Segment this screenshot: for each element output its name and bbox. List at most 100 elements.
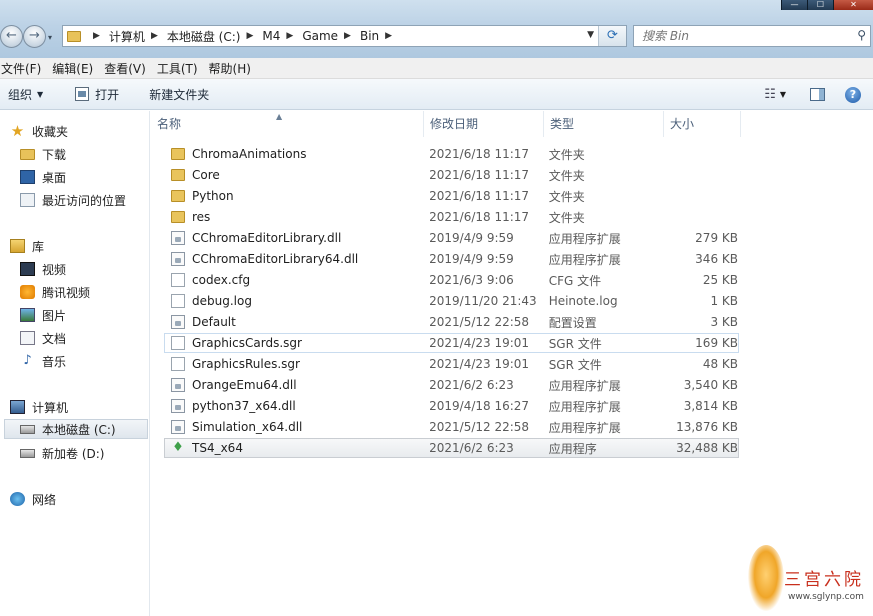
open-button[interactable]: 打开 <box>67 82 127 106</box>
column-headers: 名称 ▲ 修改日期 类型 大小 <box>151 111 741 137</box>
column-header-date[interactable]: 修改日期 <box>424 111 544 137</box>
file-row[interactable]: CChromaEditorLibrary64.dll 2019/4/9 9:59 应… <box>164 249 739 269</box>
sidebar-item-pictures[interactable]: 图片 <box>20 305 66 325</box>
search-icon[interactable]: ⚲ <box>857 28 866 42</box>
file-list: 名称 ▲ 修改日期 类型 大小 ChromaAnimations 2021/6/1… <box>151 111 873 616</box>
close-button[interactable]: ✕ <box>833 0 873 10</box>
menu-file[interactable]: 文件(F) <box>0 60 47 77</box>
file-modified-date: 2021/6/18 11:17 <box>429 210 530 224</box>
sidebar-item-local-disk-c[interactable]: 本地磁盘 (C:) <box>4 419 148 439</box>
column-header-type[interactable]: 类型 <box>544 111 664 137</box>
file-row[interactable]: res 2021/6/18 11:17 文件夹 <box>164 207 739 227</box>
forward-button[interactable]: → <box>23 25 46 48</box>
help-icon[interactable]: ? <box>845 86 861 103</box>
file-name: res <box>192 210 211 224</box>
file-row[interactable]: OrangeEmu64.dll 2021/6/2 6:23 应用程序扩展 3,540 … <box>164 375 739 395</box>
sidebar-item-favorites[interactable]: ★ 收藏夹 <box>10 121 68 141</box>
column-header-name[interactable]: 名称 ▲ <box>151 111 424 137</box>
file-row[interactable]: debug.log 2019/11/20 21:43 Heinote.log 1 KB <box>164 291 739 311</box>
sidebar-item-label: 文档 <box>42 331 67 346</box>
file-size: 3,814 KB <box>683 399 738 413</box>
menu-tools[interactable]: 工具(T) <box>156 60 204 77</box>
sidebar-item-recent[interactable]: 最近访问的位置 <box>20 190 126 210</box>
breadcrumb-item[interactable]: 本地磁盘 (C:) ▶ <box>167 28 263 45</box>
breadcrumb-item[interactable]: M4 ▶ <box>262 29 302 43</box>
sidebar-item-label: 本地磁盘 (C:) <box>42 422 116 437</box>
file-type: 应用程序扩展 <box>548 420 621 435</box>
refresh-button[interactable]: ⟳ <box>598 26 626 46</box>
sidebar-item-network[interactable]: 网络 <box>10 489 56 509</box>
breadcrumb-arrow-icon[interactable]: ▶ <box>246 31 253 41</box>
file-modified-date: 2019/4/9 9:59 <box>429 252 514 266</box>
dll-icon <box>171 420 185 434</box>
breadcrumb-arrow-icon[interactable]: ▶ <box>93 31 100 41</box>
file-row[interactable]: CChromaEditorLibrary.dll 2019/4/9 9:59 应用程… <box>164 228 739 248</box>
sidebar-item-desktop[interactable]: 桌面 <box>20 167 66 187</box>
menu-bar: 文件(F) 编辑(E) 查看(V) 工具(T) 帮助(H) <box>0 58 873 79</box>
file-row[interactable]: python37_x64.dll 2019/4/18 16:27 应用程序扩展 3,8… <box>164 396 739 416</box>
change-view-icon[interactable]: ☷ <box>764 87 776 102</box>
open-label: 打开 <box>95 87 120 102</box>
new-folder-button[interactable]: 新建文件夹 <box>141 82 217 106</box>
view-options-chevron-icon[interactable]: ▼ <box>780 90 786 99</box>
breadcrumb-item[interactable]: Game ▶ <box>302 29 360 43</box>
sidebar-item-volume-d[interactable]: 新加卷 (D:) <box>20 443 104 463</box>
downloads-folder-icon <box>20 148 35 160</box>
file-type: 应用程序扩展 <box>548 231 621 246</box>
file-size: 3,540 KB <box>683 378 738 392</box>
breadcrumb-arrow-icon[interactable]: ▶ <box>286 31 293 41</box>
breadcrumb-item[interactable]: Bin ▶ <box>360 29 401 43</box>
column-label: 类型 <box>550 117 575 131</box>
column-header-size[interactable]: 大小 <box>664 111 741 137</box>
file-row[interactable]: GraphicsRules.sgr 2021/4/23 19:01 SGR 文件 48… <box>164 354 739 374</box>
preview-pane-icon[interactable] <box>810 88 825 101</box>
breadcrumb-arrow-icon[interactable]: ▶ <box>344 31 351 41</box>
sidebar-item-label: 收藏夹 <box>32 124 69 139</box>
file-modified-date: 2019/4/18 16:27 <box>429 399 530 413</box>
file-row[interactable]: ChromaAnimations 2021/6/18 11:17 文件夹 <box>164 144 739 164</box>
sidebar-item-computer[interactable]: 计算机 <box>10 397 68 417</box>
file-row[interactable]: Core 2021/6/18 11:17 文件夹 <box>164 165 739 185</box>
sidebar-item-downloads[interactable]: 下载 <box>20 144 66 164</box>
breadcrumb-item[interactable]: 计算机 ▶ <box>109 28 167 45</box>
search-box[interactable]: ⚲ <box>633 25 871 47</box>
recent-pages-chevron-icon[interactable]: ▾ <box>48 33 52 42</box>
maximize-button[interactable]: ☐ <box>807 0 833 10</box>
file-row[interactable]: Simulation_x64.dll 2021/5/12 22:58 应用程序扩展 1… <box>164 417 739 437</box>
file-row[interactable]: GraphicsCards.sgr 2021/4/23 19:01 SGR 文件 16… <box>164 333 739 353</box>
menu-edit[interactable]: 编辑(E) <box>51 60 99 77</box>
sidebar-item-label: 网络 <box>32 492 57 507</box>
breadcrumb-arrow-icon[interactable]: ▶ <box>151 31 158 41</box>
sidebar-item-videos[interactable]: 视频 <box>20 259 66 279</box>
file-row[interactable]: Python 2021/6/18 11:17 文件夹 <box>164 186 739 206</box>
back-button[interactable]: ← <box>0 25 23 48</box>
breadcrumb-label: Game <box>302 29 339 43</box>
file-type: 文件夹 <box>548 147 585 162</box>
breadcrumb-item[interactable]: ▶ <box>87 31 109 41</box>
watermark-url: www.sglynp.com <box>788 592 864 602</box>
minimize-button[interactable]: — <box>781 0 807 10</box>
organize-button[interactable]: 组织 ▼ <box>0 82 51 106</box>
file-row[interactable]: ♦ TS4_x64 2021/6/2 6:23 应用程序 32,488 KB <box>164 438 739 458</box>
file-name: Python <box>192 189 234 203</box>
address-bar[interactable]: ▶ 计算机 ▶ 本地磁盘 (C:) ▶ M4 ▶ Game ▶ Bin ▶ ▼ ⟳ <box>62 25 627 47</box>
file-name: GraphicsRules.sgr <box>192 357 300 371</box>
sidebar-item-tencent-video[interactable]: 腾讯视频 <box>20 282 90 302</box>
file-row[interactable]: codex.cfg 2021/6/3 9:06 CFG 文件 25 KB <box>164 270 739 290</box>
plumbob-exe-icon: ♦ <box>172 440 184 455</box>
address-toolbar: — ☐ ✕ ← → ▾ ▶ 计算机 ▶ 本地磁盘 (C:) ▶ M4 ▶ Game ▶ … <box>0 0 873 58</box>
sidebar-item-label: 下载 <box>42 147 67 162</box>
sidebar-item-music[interactable]: ♪ 音乐 <box>20 351 66 371</box>
menu-view[interactable]: 查看(V) <box>103 60 152 77</box>
sidebar-item-documents[interactable]: 文档 <box>20 328 66 348</box>
file-type: SGR 文件 <box>548 336 602 351</box>
file-modified-date: 2021/4/23 19:01 <box>429 357 530 371</box>
menu-help[interactable]: 帮助(H) <box>208 60 257 77</box>
search-input[interactable] <box>634 26 834 46</box>
sidebar-item-libraries[interactable]: 库 <box>10 236 44 256</box>
file-icon <box>171 273 185 287</box>
address-dropdown-icon[interactable]: ▼ <box>587 30 594 40</box>
file-row[interactable]: Default 2021/5/12 22:58 配置设置 3 KB <box>164 312 739 332</box>
file-modified-date: 2019/11/20 21:43 <box>429 294 537 308</box>
breadcrumb-arrow-icon[interactable]: ▶ <box>385 31 392 41</box>
